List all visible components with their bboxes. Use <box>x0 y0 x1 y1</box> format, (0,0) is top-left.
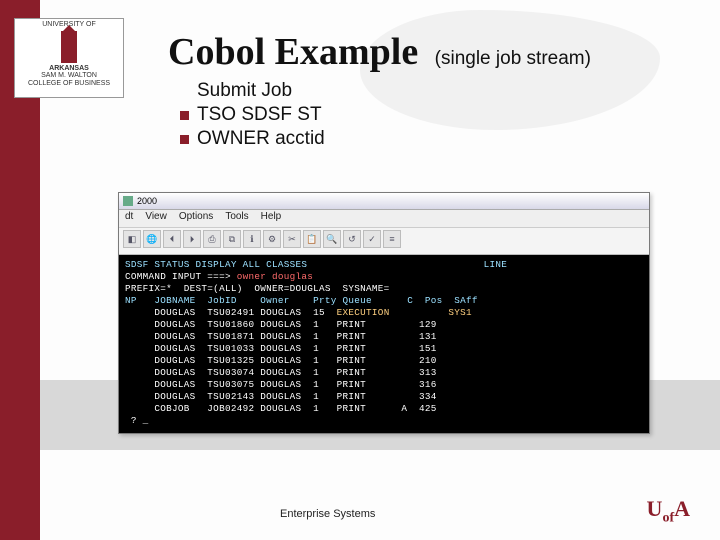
toolbar-button[interactable]: 🔍 <box>323 230 341 248</box>
slide-subtitle: (single job stream) <box>435 48 591 69</box>
bullet-icon <box>180 87 189 96</box>
slide-title-block: Cobol Example (single job stream) <box>168 30 591 74</box>
logo-line2: ARKANSAS <box>17 65 121 73</box>
bullet-item: TSO SDSF ST <box>180 104 325 126</box>
terminal-window: 2000 dt View Options Tools Help ◧ 🌐 ⏴ ⏵ … <box>118 192 650 434</box>
terminal-toolbar: ◧ 🌐 ⏴ ⏵ ⎙ ⧉ ℹ ⚙ ✂ 📋 🔍 ↺ ✓ ≡ <box>119 228 649 255</box>
toolbar-button[interactable]: ⎙ <box>203 230 221 248</box>
terminal-screen[interactable]: SDSF STATUS DISPLAY ALL CLASSES LINE COM… <box>119 255 649 433</box>
window-icon <box>123 196 133 206</box>
menu-item[interactable]: Tools <box>225 211 248 226</box>
bullet-item: Submit Job <box>180 80 325 102</box>
menu-item[interactable]: Options <box>179 211 213 226</box>
terminal-titlebar[interactable]: 2000 <box>119 193 649 210</box>
bullet-list: Submit Job TSO SDSF ST OWNER acctid <box>180 80 325 152</box>
footer-text: Enterprise Systems <box>280 508 375 520</box>
toolbar-button[interactable]: ⧉ <box>223 230 241 248</box>
logo-line3: SAM M. WALTON <box>17 72 121 80</box>
menu-item[interactable]: View <box>145 211 167 226</box>
bullet-text: OWNER acctid <box>197 128 325 150</box>
bullet-text: Submit Job <box>197 80 292 102</box>
footer-logo: UofA <box>647 496 690 526</box>
logo-tower-icon <box>61 31 77 63</box>
toolbar-button[interactable]: ℹ <box>243 230 261 248</box>
bullet-text: TSO SDSF ST <box>197 104 322 126</box>
toolbar-button[interactable]: ↺ <box>343 230 361 248</box>
toolbar-button[interactable]: ⏴ <box>163 230 181 248</box>
toolbar-button[interactable]: 🌐 <box>143 230 161 248</box>
menu-item[interactable]: Help <box>261 211 282 226</box>
toolbar-button[interactable]: ⚙ <box>263 230 281 248</box>
toolbar-button[interactable]: ◧ <box>123 230 141 248</box>
toolbar-button[interactable]: ⏵ <box>183 230 201 248</box>
menu-item[interactable]: dt <box>125 211 133 226</box>
logo-line4: COLLEGE OF BUSINESS <box>17 80 121 88</box>
bullet-icon <box>180 135 189 144</box>
bullet-item: OWNER acctid <box>180 128 325 150</box>
window-title: 2000 <box>137 196 157 206</box>
toolbar-button[interactable]: ✂ <box>283 230 301 248</box>
slide-title: Cobol Example <box>168 31 418 73</box>
terminal-menubar: dt View Options Tools Help <box>119 210 649 228</box>
bullet-icon <box>180 111 189 120</box>
university-logo: UNIVERSITY OF ARKANSAS SAM M. WALTON COL… <box>14 18 124 98</box>
toolbar-button[interactable]: 📋 <box>303 230 321 248</box>
toolbar-button[interactable]: ≡ <box>383 230 401 248</box>
toolbar-button[interactable]: ✓ <box>363 230 381 248</box>
